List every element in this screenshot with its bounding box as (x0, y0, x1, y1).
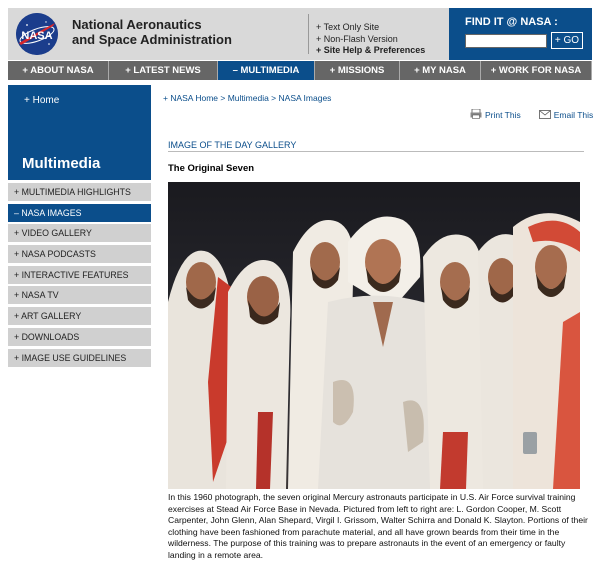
find-it-box: FIND IT @ NASA : + GO (449, 8, 592, 60)
gallery-title: IMAGE OF THE DAY GALLERY (168, 140, 297, 150)
search-input[interactable] (465, 34, 547, 48)
agency-name-line2: and Space Administration (72, 32, 232, 47)
sidebar-item-interactive-features[interactable]: + INTERACTIVE FEATURES (8, 265, 151, 284)
sidebar-item-nasa-images[interactable]: – NASA IMAGES (8, 203, 151, 222)
text-only-link[interactable]: + Text Only Site (316, 22, 425, 34)
page: NASA National Aeronautics and Space Admi… (0, 0, 600, 566)
sidebar-item-art-gallery[interactable]: + ART GALLERY (8, 307, 151, 326)
nav-my-nasa[interactable]: + MY NASA (400, 61, 481, 80)
sidebar-item-multimedia-highlights[interactable]: + MULTIMEDIA HIGHLIGHTS (8, 183, 151, 201)
photo-caption: In this 1960 photograph, the seven origi… (168, 492, 588, 560)
featured-photo[interactable] (168, 182, 580, 489)
main-nav: + ABOUT NASA + LATEST NEWS – MULTIMEDIA … (8, 61, 592, 80)
find-it-label: FIND IT @ NASA : (465, 16, 558, 28)
agency-name: National Aeronautics and Space Administr… (72, 17, 232, 47)
email-link[interactable]: Email This (554, 110, 594, 120)
search-go-button[interactable]: + GO (551, 32, 583, 49)
nav-about-nasa[interactable]: + ABOUT NASA (8, 61, 109, 80)
nav-missions[interactable]: + MISSIONS (315, 61, 400, 80)
header-divider (308, 14, 309, 54)
image-title: The Original Seven (168, 163, 255, 174)
email-icon[interactable] (538, 109, 551, 121)
page-tools: Print This Email This (470, 108, 594, 121)
nav-latest-news[interactable]: + LATEST NEWS (109, 61, 218, 80)
site-help-link[interactable]: + Site Help & Preferences (316, 45, 425, 57)
non-flash-link[interactable]: + Non-Flash Version (316, 34, 425, 46)
agency-name-line1: National Aeronautics (72, 17, 202, 32)
breadcrumb[interactable]: + NASA Home > Multimedia > NASA Images (163, 93, 331, 103)
sidebar-item-nasa-podcasts[interactable]: + NASA PODCASTS (8, 245, 151, 264)
sidebar-title: Multimedia (22, 155, 101, 172)
print-icon[interactable] (470, 108, 482, 121)
sidebar-item-downloads[interactable]: + DOWNLOADS (8, 327, 151, 346)
sidebar-home-link[interactable]: + Home (24, 95, 59, 106)
print-link[interactable]: Print This (485, 110, 521, 120)
sidebar-item-image-use-guidelines[interactable]: + IMAGE USE GUIDELINES (8, 348, 151, 367)
sidebar-header: + Home Multimedia (8, 85, 151, 180)
nav-work-for-nasa[interactable]: + WORK FOR NASA (481, 61, 592, 80)
utility-links: + Text Only Site + Non-Flash Version + S… (316, 22, 425, 57)
section-divider (168, 151, 584, 152)
sidebar-item-video-gallery[interactable]: + VIDEO GALLERY (8, 224, 151, 243)
nav-multimedia[interactable]: – MULTIMEDIA (218, 61, 315, 80)
nasa-logo-text: NASA (21, 30, 52, 42)
nasa-logo[interactable]: NASA (16, 13, 58, 55)
sidebar-menu: + MULTIMEDIA HIGHLIGHTS – NASA IMAGES + … (8, 183, 151, 369)
sidebar-item-nasa-tv[interactable]: + NASA TV (8, 286, 151, 305)
